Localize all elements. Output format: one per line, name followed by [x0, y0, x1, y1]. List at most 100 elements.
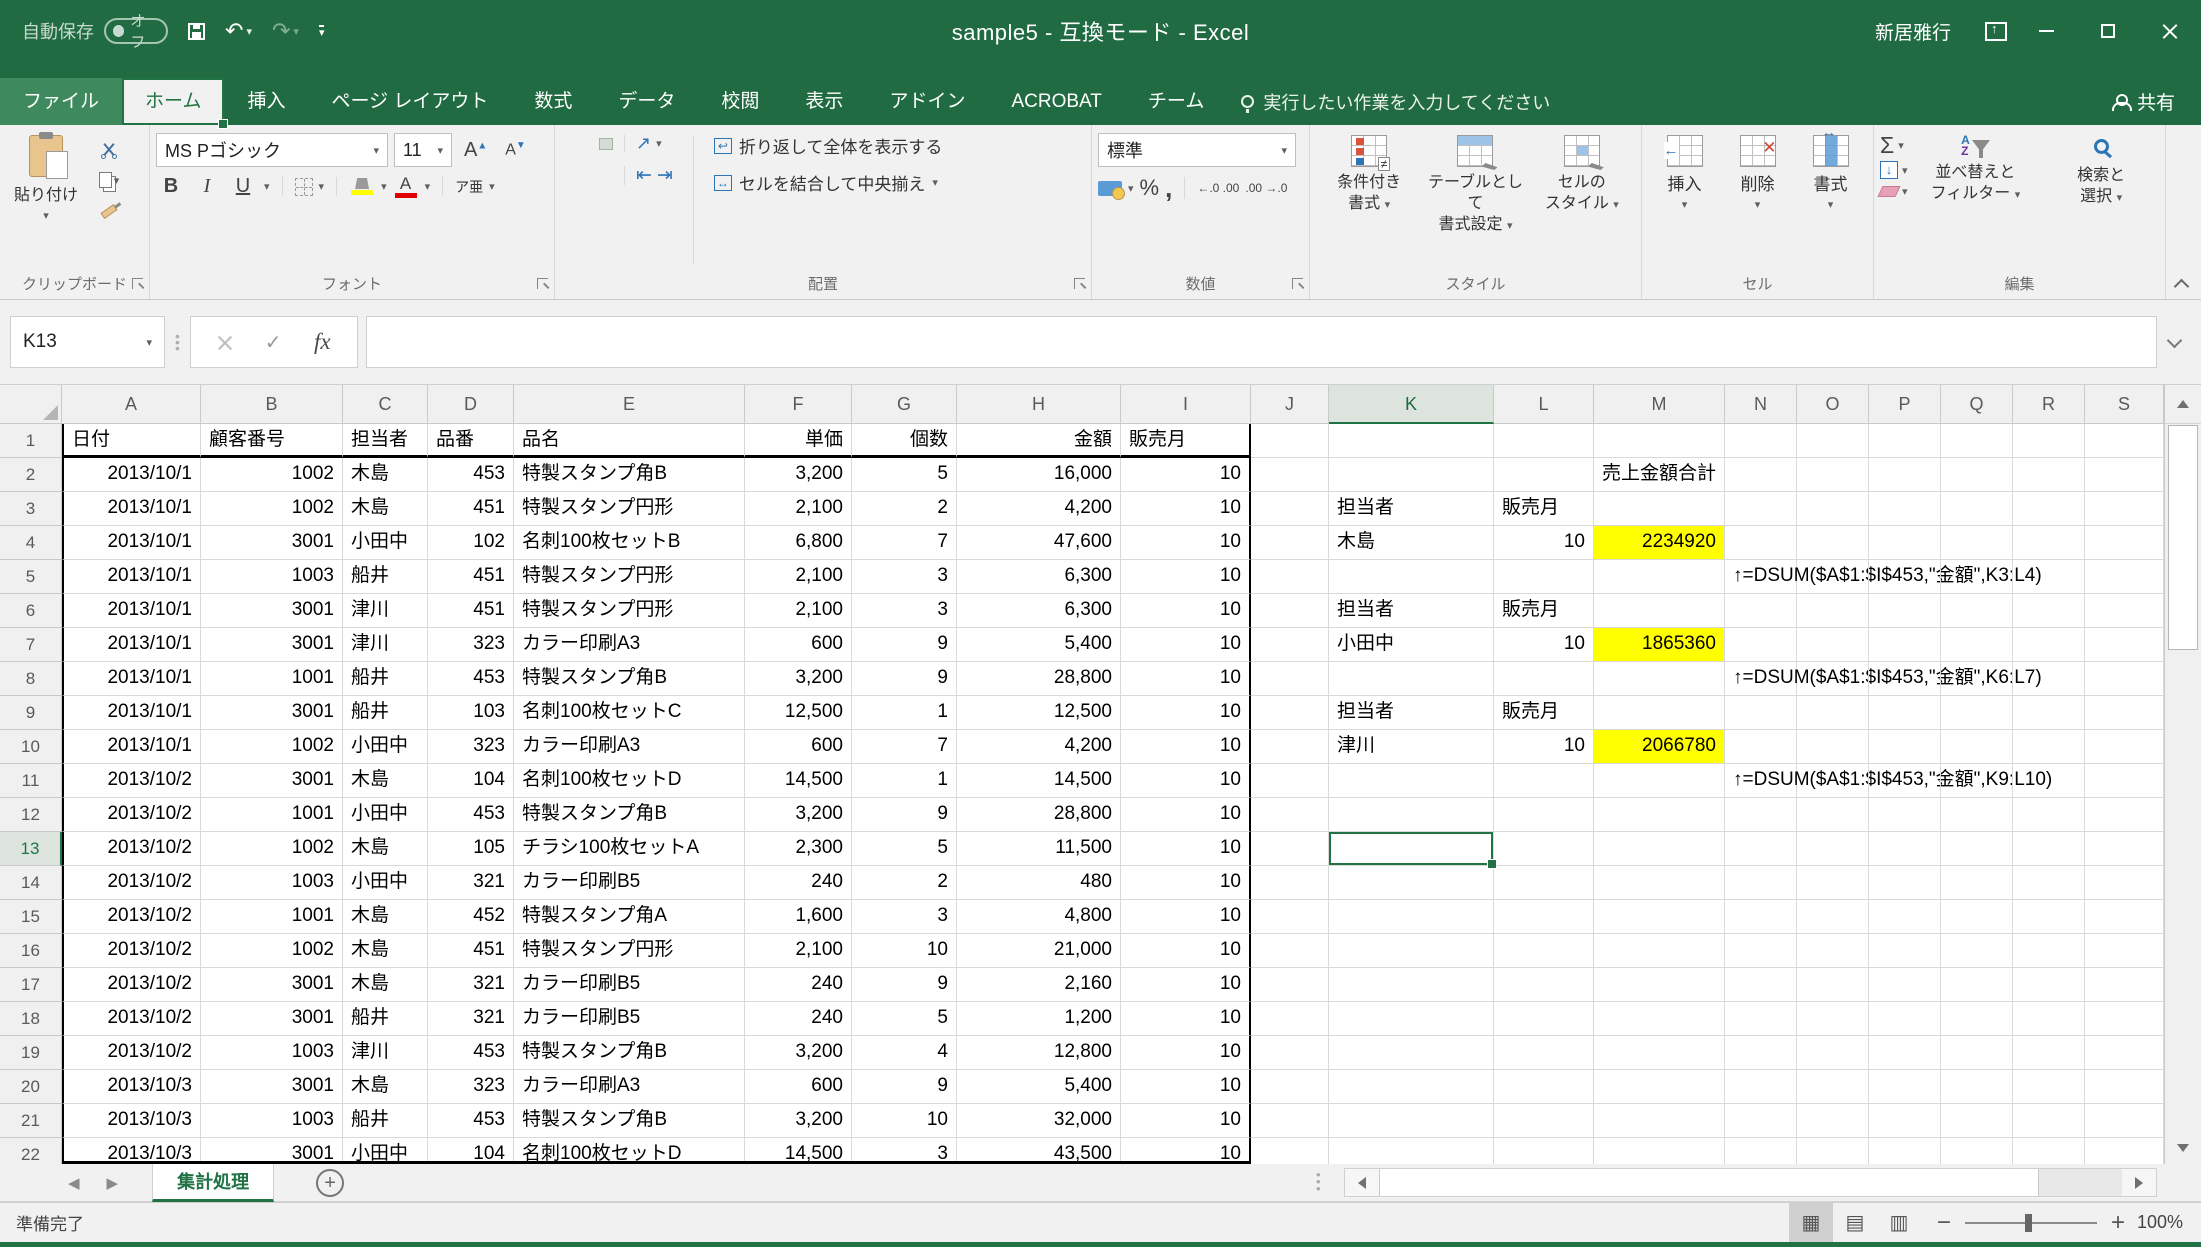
cell-H12[interactable]: 28,800 — [957, 798, 1121, 832]
cell-J17[interactable] — [1251, 968, 1329, 1002]
cell-B18[interactable]: 3001 — [201, 1002, 343, 1036]
tab-data[interactable]: データ — [595, 78, 698, 125]
cell-M16[interactable] — [1594, 934, 1725, 968]
cell-I12[interactable]: 10 — [1121, 798, 1251, 832]
scroll-right-button[interactable] — [2122, 1169, 2156, 1196]
italic-button[interactable]: I — [192, 175, 222, 198]
cell-F18[interactable]: 240 — [745, 1002, 852, 1036]
cell-R7[interactable] — [2013, 628, 2085, 662]
align-bottom-button[interactable] — [599, 138, 613, 150]
cell-S16[interactable] — [2085, 934, 2164, 968]
cell-Q22[interactable] — [1941, 1138, 2013, 1164]
cell-S2[interactable] — [2085, 458, 2164, 492]
cell-G10[interactable]: 7 — [852, 730, 957, 764]
cell-P2[interactable] — [1869, 458, 1941, 492]
cell-F1[interactable]: 単価 — [745, 424, 852, 458]
cell-B2[interactable]: 1002 — [201, 458, 343, 492]
percent-style-button[interactable]: % — [1140, 175, 1160, 201]
cell-M20[interactable] — [1594, 1070, 1725, 1104]
cell-A12[interactable]: 2013/10/2 — [62, 798, 201, 832]
cell-A16[interactable]: 2013/10/2 — [62, 934, 201, 968]
cell-S19[interactable] — [2085, 1036, 2164, 1070]
cell-L1[interactable] — [1494, 424, 1594, 458]
cell-K2[interactable] — [1329, 458, 1494, 492]
cell-M4[interactable]: 2234920 — [1594, 526, 1725, 560]
cell-L14[interactable] — [1494, 866, 1594, 900]
cell-H17[interactable]: 2,160 — [957, 968, 1121, 1002]
cell-L16[interactable] — [1494, 934, 1594, 968]
col-header-E[interactable]: E — [514, 385, 745, 424]
cell-K11[interactable] — [1329, 764, 1494, 798]
collapse-ribbon-button[interactable] — [2175, 277, 2187, 289]
cell-D7[interactable]: 323 — [428, 628, 514, 662]
cell-A2[interactable]: 2013/10/1 — [62, 458, 201, 492]
cell-A17[interactable]: 2013/10/2 — [62, 968, 201, 1002]
cell-B16[interactable]: 1002 — [201, 934, 343, 968]
cell-N5[interactable]: ↑=DSUM($A$1:$I$453,"金額",K3:L4) — [1725, 560, 1797, 594]
formula-bar-expand-button[interactable] — [2157, 339, 2191, 346]
cell-C10[interactable]: 小田中 — [343, 730, 428, 764]
row-header-17[interactable]: 17 — [0, 968, 62, 1002]
cell-S10[interactable] — [2085, 730, 2164, 764]
cell-G13[interactable]: 5 — [852, 832, 957, 866]
cell-I4[interactable]: 10 — [1121, 526, 1251, 560]
cell-C5[interactable]: 船井 — [343, 560, 428, 594]
cell-D13[interactable]: 105 — [428, 832, 514, 866]
cell-I5[interactable]: 10 — [1121, 560, 1251, 594]
cell-K4[interactable]: 木島 — [1329, 526, 1494, 560]
cell-R1[interactable] — [2013, 424, 2085, 458]
cell-F3[interactable]: 2,100 — [745, 492, 852, 526]
row-header-16[interactable]: 16 — [0, 934, 62, 968]
format-painter-button[interactable] — [94, 199, 124, 223]
cell-B6[interactable]: 3001 — [201, 594, 343, 628]
cell-O19[interactable] — [1797, 1036, 1869, 1070]
font-size-select[interactable]: 11▾ — [394, 133, 452, 167]
clipboard-dialog-launcher-icon[interactable] — [132, 278, 143, 289]
row-header-22[interactable]: 22 — [0, 1138, 62, 1164]
cell-P21[interactable] — [1869, 1104, 1941, 1138]
cell-L21[interactable] — [1494, 1104, 1594, 1138]
cell-R13[interactable] — [2013, 832, 2085, 866]
cell-M13[interactable] — [1594, 832, 1725, 866]
cell-S6[interactable] — [2085, 594, 2164, 628]
row-header-20[interactable]: 20 — [0, 1070, 62, 1104]
cell-P11[interactable] — [1869, 764, 1941, 798]
cell-styles-button[interactable]: セルのスタイル ▾ — [1529, 133, 1635, 267]
cell-A10[interactable]: 2013/10/1 — [62, 730, 201, 764]
format-cells-button[interactable]: 書式 ▾ — [1794, 133, 1867, 267]
cell-N18[interactable] — [1725, 1002, 1797, 1036]
col-header-I[interactable]: I — [1121, 385, 1251, 424]
row-header-15[interactable]: 15 — [0, 900, 62, 934]
cell-C16[interactable]: 木島 — [343, 934, 428, 968]
cell-L12[interactable] — [1494, 798, 1594, 832]
cell-F15[interactable]: 1,600 — [745, 900, 852, 934]
cell-F5[interactable]: 2,100 — [745, 560, 852, 594]
cell-L3[interactable]: 販売月 — [1494, 492, 1594, 526]
cell-M17[interactable] — [1594, 968, 1725, 1002]
cell-Q6[interactable] — [1941, 594, 2013, 628]
cell-D18[interactable]: 321 — [428, 1002, 514, 1036]
cell-N9[interactable] — [1725, 696, 1797, 730]
cell-C2[interactable]: 木島 — [343, 458, 428, 492]
cell-K21[interactable] — [1329, 1104, 1494, 1138]
cell-S8[interactable] — [2085, 662, 2164, 696]
cell-P13[interactable] — [1869, 832, 1941, 866]
insert-cells-button[interactable]: 挿入 ▾ — [1648, 133, 1721, 267]
cell-P8[interactable] — [1869, 662, 1941, 696]
cell-O9[interactable] — [1797, 696, 1869, 730]
cell-C15[interactable]: 木島 — [343, 900, 428, 934]
cell-D16[interactable]: 451 — [428, 934, 514, 968]
cell-K8[interactable] — [1329, 662, 1494, 696]
cell-D19[interactable]: 453 — [428, 1036, 514, 1070]
cell-O22[interactable] — [1797, 1138, 1869, 1164]
cell-L10[interactable]: 10 — [1494, 730, 1594, 764]
share-button[interactable]: 共有 — [2112, 78, 2201, 125]
scroll-down-button[interactable] — [2165, 1132, 2201, 1164]
cell-J10[interactable] — [1251, 730, 1329, 764]
cell-Q4[interactable] — [1941, 526, 2013, 560]
row-header-11[interactable]: 11 — [0, 764, 62, 798]
cell-C6[interactable]: 津川 — [343, 594, 428, 628]
cell-G2[interactable]: 5 — [852, 458, 957, 492]
align-center-button[interactable] — [580, 170, 594, 182]
cell-H18[interactable]: 1,200 — [957, 1002, 1121, 1036]
